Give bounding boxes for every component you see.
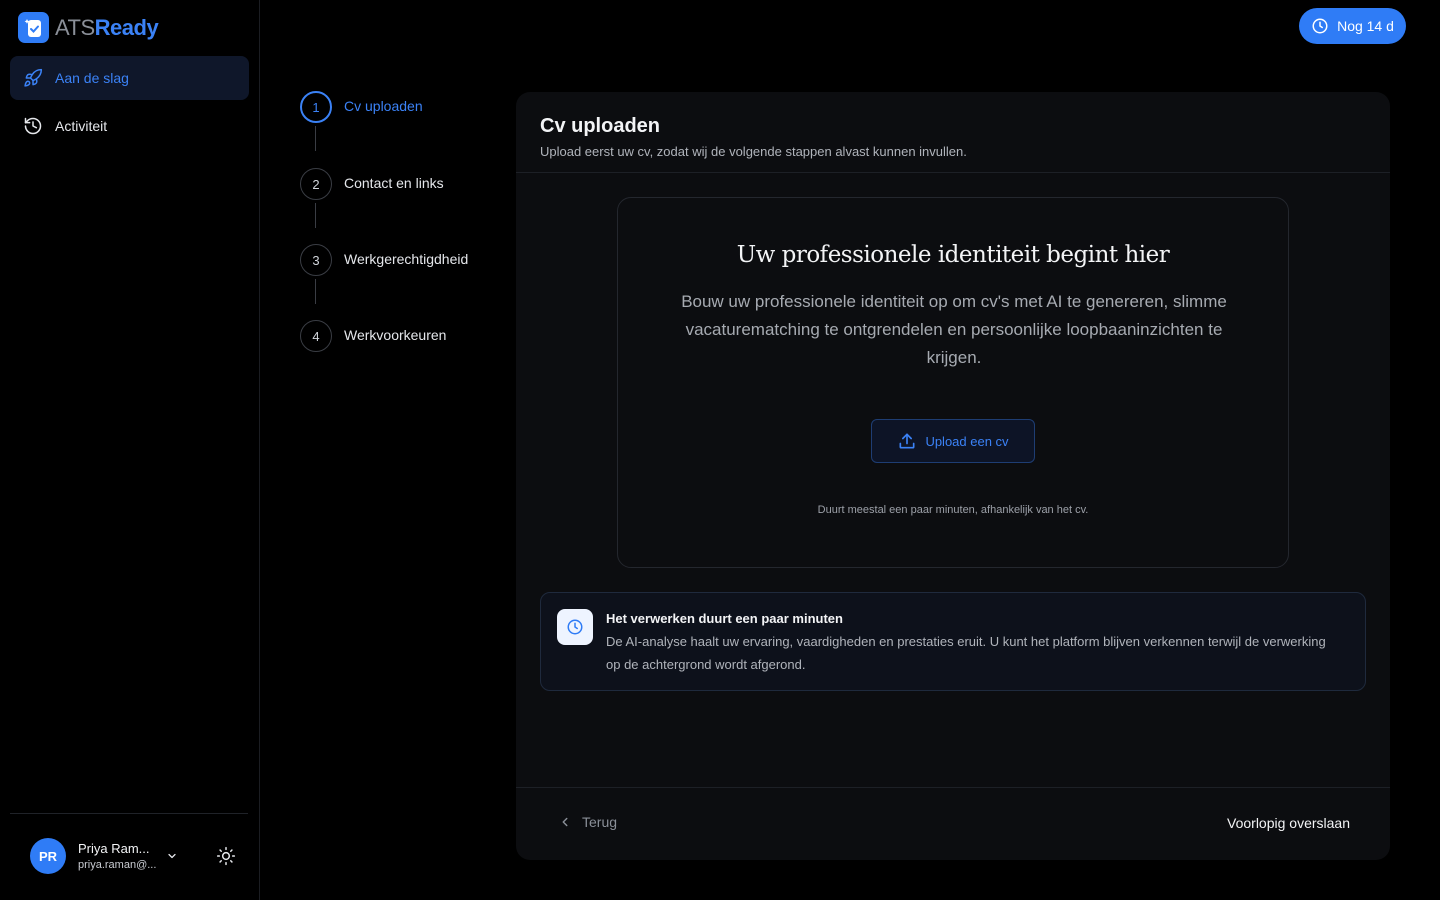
avatar: PR bbox=[30, 838, 66, 874]
step-label: Werkvoorkeuren bbox=[344, 327, 447, 343]
back-button[interactable]: Terug bbox=[558, 814, 617, 830]
step-connector bbox=[315, 279, 316, 304]
header-divider bbox=[516, 172, 1390, 173]
page-subtitle: Upload eerst uw cv, zodat wij de volgend… bbox=[540, 144, 967, 159]
clock-icon bbox=[1312, 18, 1328, 34]
step-number: 3 bbox=[300, 244, 332, 276]
step-contact-en-links[interactable]: 2 Contact en links bbox=[300, 168, 444, 200]
processing-info: Het verwerken duurt een paar minuten De … bbox=[540, 592, 1366, 691]
user-name: Priya Ram... bbox=[78, 841, 150, 856]
chevron-down-icon[interactable] bbox=[166, 850, 178, 862]
upload-description: Bouw uw professionele identiteit op om c… bbox=[681, 292, 1227, 367]
upload-dropzone[interactable]: Uw professionele identiteit begint hier … bbox=[617, 197, 1289, 568]
info-title: Het verwerken duurt een paar minuten bbox=[606, 611, 843, 626]
sidebar: ATSReady Aan de slag Activiteit PR Priya… bbox=[0, 0, 260, 900]
step-werkvoorkeuren[interactable]: 4 Werkvoorkeuren bbox=[300, 320, 446, 352]
step-label: Cv uploaden bbox=[344, 98, 423, 114]
step-connector bbox=[315, 126, 316, 151]
user-info: Priya Ram... priya.raman@... bbox=[78, 841, 158, 871]
trial-label: Nog 14 d bbox=[1337, 18, 1394, 34]
history-icon bbox=[24, 117, 42, 135]
upload-heading: Uw professionele identiteit begint hier bbox=[736, 242, 1170, 268]
back-label: Terug bbox=[582, 814, 618, 830]
sun-icon[interactable] bbox=[216, 846, 236, 866]
upload-icon bbox=[899, 433, 915, 449]
rocket-icon bbox=[24, 68, 43, 87]
clock-icon bbox=[557, 609, 593, 645]
skip-button[interactable]: Voorlopig overslaan bbox=[1227, 815, 1350, 831]
upload-cv-button[interactable]: Upload een cv bbox=[871, 419, 1035, 463]
brand-logo[interactable]: ATSReady bbox=[18, 12, 159, 43]
chevron-left-icon bbox=[562, 817, 568, 827]
brand-name: ATSReady bbox=[55, 14, 159, 40]
user-menu[interactable]: PR Priya Ram... priya.raman@... bbox=[30, 838, 236, 874]
logo-icon bbox=[18, 12, 49, 43]
footer-divider bbox=[516, 787, 1390, 788]
upload-note: Duurt meestal een paar minuten, afhankel… bbox=[817, 504, 1089, 516]
upload-button-label: Upload een cv bbox=[925, 433, 1009, 449]
sidebar-item-aan-de-slag[interactable]: Aan de slag bbox=[10, 56, 249, 100]
step-cv-uploaden[interactable]: 1 Cv uploaden bbox=[300, 91, 423, 123]
user-email: priya.raman@... bbox=[78, 859, 157, 871]
sidebar-item-label: Aan de slag bbox=[55, 70, 129, 86]
step-label: Werkgerechtigdheid bbox=[344, 251, 469, 267]
step-number: 1 bbox=[300, 91, 332, 123]
sidebar-item-label: Activiteit bbox=[55, 118, 108, 134]
card-header: Cv uploaden Upload eerst uw cv, zodat wi… bbox=[540, 115, 967, 159]
step-label: Contact en links bbox=[344, 175, 444, 191]
step-number: 2 bbox=[300, 168, 332, 200]
step-connector bbox=[315, 203, 316, 228]
upload-card: Cv uploaden Upload eerst uw cv, zodat wi… bbox=[516, 92, 1390, 860]
info-text: De AI-analyse haalt uw ervaring, vaardig… bbox=[606, 634, 1326, 672]
step-number: 4 bbox=[300, 320, 332, 352]
sidebar-divider bbox=[10, 813, 248, 814]
step-werkgerechtigdheid[interactable]: 3 Werkgerechtigdheid bbox=[300, 244, 468, 276]
sidebar-item-activiteit[interactable]: Activiteit bbox=[10, 104, 249, 148]
page-title: Cv uploaden bbox=[540, 115, 661, 137]
trial-remaining-button[interactable]: Nog 14 d bbox=[1299, 8, 1406, 44]
